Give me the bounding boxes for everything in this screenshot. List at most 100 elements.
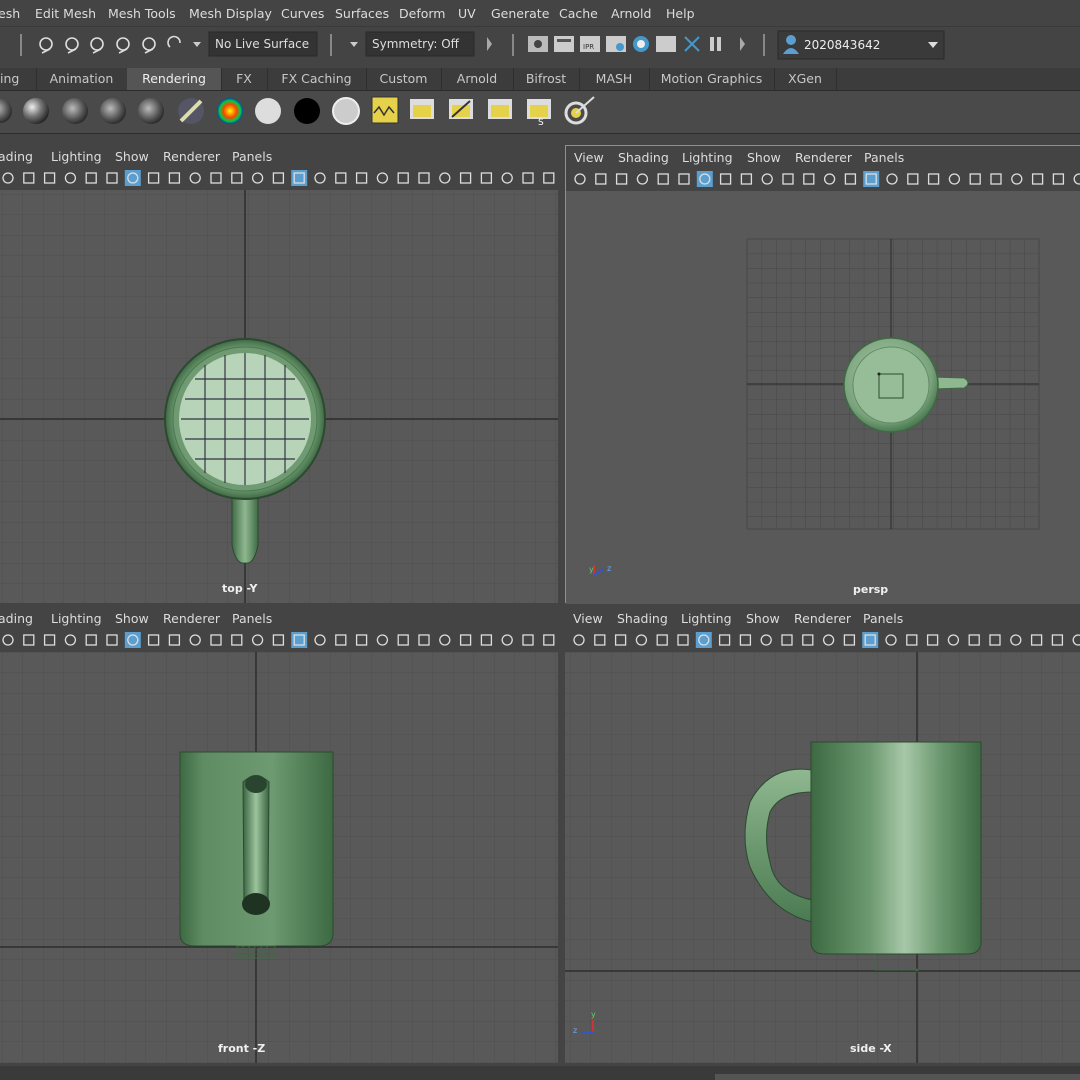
render-tool-icons[interactable]: S xyxy=(371,96,595,128)
depth-of-field-icon[interactable] xyxy=(458,170,474,186)
gate-mask-icon[interactable] xyxy=(166,170,182,186)
menu-arnold[interactable]: Arnold xyxy=(611,6,651,21)
panel-toolbar[interactable] xyxy=(0,629,560,651)
menu-uv[interactable]: UV xyxy=(458,6,476,21)
isolate-icon[interactable] xyxy=(478,170,494,186)
safe-action-icon[interactable] xyxy=(780,171,796,187)
isolate-icon[interactable] xyxy=(1050,171,1066,187)
scroll-handle[interactable] xyxy=(715,1074,1080,1080)
use-lights-icon[interactable] xyxy=(354,170,370,186)
default-material-icon[interactable] xyxy=(291,632,308,648)
panel-toolbar[interactable] xyxy=(566,168,1080,190)
shadows-icon[interactable] xyxy=(946,171,962,187)
default-material-icon[interactable] xyxy=(863,171,880,187)
shadows-icon[interactable] xyxy=(374,170,390,186)
smooth-shade-icon[interactable] xyxy=(842,171,858,187)
shelf-tab-rendering[interactable]: Rendering xyxy=(127,68,222,90)
menu-lighting[interactable]: Lighting xyxy=(682,150,733,165)
shelf-tab-animation[interactable]: Animation xyxy=(36,68,128,90)
menu-panels[interactable]: Panels xyxy=(863,611,903,626)
film-gate-icon[interactable] xyxy=(696,171,713,187)
safe-action-icon[interactable] xyxy=(779,632,795,648)
default-material-icon[interactable] xyxy=(862,632,879,648)
xray-icon[interactable] xyxy=(333,170,349,186)
xray-joints-icon[interactable] xyxy=(1071,171,1080,187)
camera-attr-icon[interactable] xyxy=(593,171,609,187)
film-gate-icon[interactable] xyxy=(124,170,141,186)
camera-attr-icon[interactable] xyxy=(592,632,608,648)
wireframe-on-shaded-icon[interactable] xyxy=(312,632,328,648)
lock-icon[interactable] xyxy=(676,171,692,187)
grid-icon[interactable] xyxy=(83,632,99,648)
motion-blur-icon[interactable] xyxy=(416,170,432,186)
menu-show[interactable]: Show xyxy=(115,611,149,626)
menu-deform[interactable]: Deform xyxy=(399,6,445,21)
camera-attr-icon[interactable] xyxy=(541,170,557,186)
bookmark-icon[interactable] xyxy=(42,170,58,186)
camera-icon[interactable] xyxy=(572,171,588,187)
isolate-icon[interactable] xyxy=(478,632,494,648)
smooth-shade-icon[interactable] xyxy=(270,170,286,186)
xray-icon[interactable] xyxy=(333,632,349,648)
lock-icon[interactable] xyxy=(675,632,691,648)
smooth-shade-icon[interactable] xyxy=(841,632,857,648)
wireframe-on-shaded-icon[interactable] xyxy=(312,170,328,186)
shadows-icon[interactable] xyxy=(945,632,961,648)
shadows-icon[interactable] xyxy=(374,632,390,648)
shelf-tab-ing[interactable]: ing xyxy=(0,68,37,90)
menu-panels[interactable]: Panels xyxy=(864,150,904,165)
wireframe-icon[interactable] xyxy=(822,171,838,187)
resolution-gate-icon[interactable] xyxy=(146,632,162,648)
menu-show[interactable]: Show xyxy=(746,611,780,626)
viewport-top[interactable]: top -Y xyxy=(0,190,558,603)
menu-panels[interactable]: Panels xyxy=(232,611,272,626)
bookmark-icon[interactable] xyxy=(613,632,629,648)
wireframe-icon[interactable] xyxy=(821,632,837,648)
menu-curves[interactable]: Curves xyxy=(281,6,324,21)
smooth-shade-icon[interactable] xyxy=(270,632,286,648)
field-chart-icon[interactable] xyxy=(758,632,774,648)
camera-attr-icon[interactable] xyxy=(541,632,557,648)
camera-icon[interactable] xyxy=(520,170,536,186)
gate-mask-icon[interactable] xyxy=(737,632,753,648)
bookmark-icon[interactable] xyxy=(42,632,58,648)
use-lights-icon[interactable] xyxy=(354,632,370,648)
ambient-occlusion-icon[interactable] xyxy=(395,632,411,648)
menu-cache[interactable]: Cache xyxy=(559,6,598,21)
camera-icon[interactable] xyxy=(0,632,16,648)
shelf-tab-motion-graphics[interactable]: Motion Graphics xyxy=(649,68,775,90)
bookmark-icon[interactable] xyxy=(614,171,630,187)
menu-shading[interactable]: ading xyxy=(0,611,33,626)
grid-icon[interactable] xyxy=(83,170,99,186)
motion-blur-icon[interactable] xyxy=(987,632,1003,648)
depth-of-field-icon[interactable] xyxy=(1029,632,1045,648)
resolution-gate-icon[interactable] xyxy=(718,171,734,187)
menu-mesh-tools[interactable]: Mesh Tools xyxy=(108,6,176,21)
camera-attr-icon[interactable] xyxy=(21,170,37,186)
xray-joints-icon[interactable] xyxy=(1070,632,1080,648)
image-plane-icon[interactable] xyxy=(62,170,78,186)
symmetry-field[interactable]: Symmetry: Off xyxy=(372,37,459,51)
camera-icon[interactable] xyxy=(520,632,536,648)
menu-lighting[interactable]: Lighting xyxy=(51,149,102,164)
motion-blur-icon[interactable] xyxy=(988,171,1004,187)
lock-icon[interactable] xyxy=(104,632,120,648)
shelf-tab-arnold[interactable]: Arnold xyxy=(441,68,514,90)
menu-generate[interactable]: Generate xyxy=(491,6,549,21)
xray-joints-icon[interactable] xyxy=(499,170,515,186)
menu-shading[interactable]: ading xyxy=(0,149,33,164)
bottom-scroll-strip[interactable] xyxy=(0,1066,1080,1080)
menu-view[interactable]: View xyxy=(573,611,603,626)
depth-of-field-icon[interactable] xyxy=(458,632,474,648)
lock-icon[interactable] xyxy=(104,170,120,186)
image-plane-icon[interactable] xyxy=(62,632,78,648)
menu-shading[interactable]: Shading xyxy=(617,611,668,626)
motion-blur-icon[interactable] xyxy=(416,632,432,648)
safe-title-icon[interactable] xyxy=(800,632,816,648)
shelf-tab-mash[interactable]: MASH xyxy=(579,68,650,90)
default-material-icon[interactable] xyxy=(291,170,308,186)
menu-view[interactable]: View xyxy=(574,150,604,165)
menu-renderer[interactable]: Renderer xyxy=(795,150,852,165)
menu-renderer[interactable]: Renderer xyxy=(163,149,220,164)
camera-attr-icon[interactable] xyxy=(21,632,37,648)
